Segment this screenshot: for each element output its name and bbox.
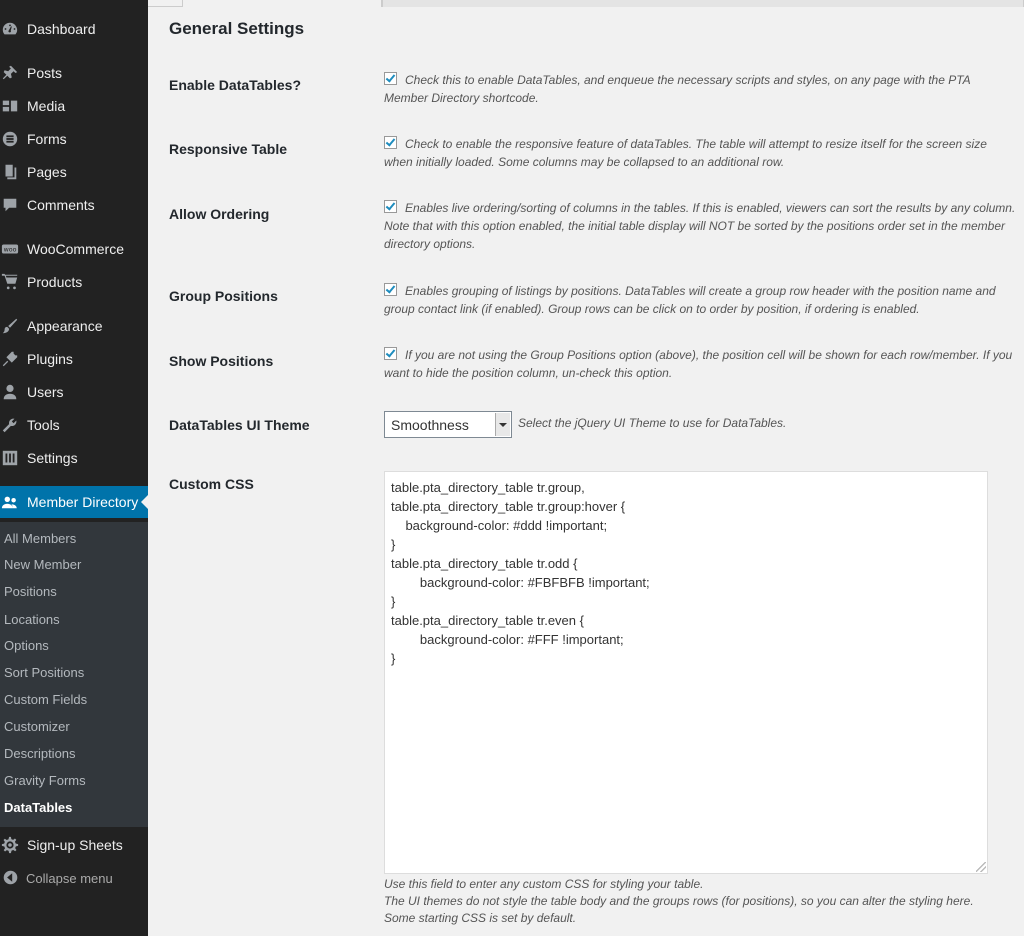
custom-css-help: Use this field to enter any custom CSS f…: [384, 876, 1014, 927]
group-positions-field: Enables grouping of listings by position…: [384, 282, 1016, 318]
sidebar-item-member-directory[interactable]: Member Directory: [0, 486, 149, 518]
member-directory-submenu: All Members New Member Positions Locatio…: [0, 522, 148, 827]
collapse-arrow-icon: [2, 869, 20, 887]
sidebar-item-dashboard[interactable]: Dashboard: [0, 13, 148, 45]
sidebar-item-forms[interactable]: Forms: [0, 123, 148, 155]
pin-icon: [0, 63, 20, 83]
svg-text:woo: woo: [4, 247, 17, 254]
sidebar-item-label: Pages: [27, 164, 67, 180]
responsive-table-checkbox[interactable]: [384, 136, 397, 149]
submenu-options[interactable]: Options: [4, 635, 49, 657]
custom-css-label: Custom CSS: [169, 476, 254, 492]
submenu-descriptions[interactable]: Descriptions: [4, 743, 76, 765]
show-positions-checkbox[interactable]: [384, 347, 397, 360]
sidebar-item-comments[interactable]: Comments: [0, 189, 148, 221]
sidebar-item-users[interactable]: Users: [0, 376, 148, 408]
tab-active[interactable]: [182, 0, 382, 7]
allow-ordering-label: Allow Ordering: [169, 206, 270, 222]
woocommerce-icon: woo: [0, 239, 20, 259]
ui-theme-description: Select the jQuery UI Theme to use for Da…: [518, 416, 787, 430]
sidebar-item-label: Posts: [27, 65, 63, 81]
member-directory-icon: [0, 492, 20, 512]
submenu-all-members[interactable]: All Members: [4, 528, 76, 550]
responsive-table-label: Responsive Table: [169, 141, 288, 157]
sidebar-item-label: Media: [27, 98, 66, 114]
brush-icon: [0, 316, 20, 336]
allow-ordering-description: Enables live ordering/sorting of columns…: [384, 201, 1016, 251]
textarea-resize-handle[interactable]: [976, 862, 986, 872]
custom-css-help-line: Use this field to enter any custom CSS f…: [384, 877, 704, 891]
enable-datatables-label: Enable DataTables?: [169, 77, 302, 93]
settings-tabs: [148, 0, 1024, 7]
sidebar-item-label: Products: [27, 274, 83, 290]
submenu-customizer[interactable]: Customizer: [4, 716, 70, 738]
sidebar-item-label: Users: [27, 384, 64, 400]
section-title: General Settings: [169, 19, 305, 38]
sidebar-item-label: Settings: [27, 450, 78, 466]
sidebar-item-label: Tools: [27, 417, 60, 433]
responsive-table-description: Check to enable the responsive feature o…: [384, 137, 987, 169]
collapse-menu-button[interactable]: Collapse menu: [0, 866, 148, 890]
enable-datatables-description: Check this to enable DataTables, and enq…: [384, 73, 971, 105]
sidebar-item-posts[interactable]: Posts: [0, 57, 148, 89]
submenu-positions[interactable]: Positions: [4, 581, 57, 603]
sidebar-item-label: Sign-up Sheets: [27, 837, 123, 853]
submenu-sort-positions[interactable]: Sort Positions: [4, 662, 84, 684]
enable-datatables-field: Check this to enable DataTables, and enq…: [384, 71, 1016, 107]
ui-theme-label: DataTables UI Theme: [169, 417, 310, 433]
cart-icon: [0, 272, 20, 292]
sidebar-item-label: Member Directory: [27, 494, 139, 510]
chevron-down-icon[interactable]: [495, 413, 510, 436]
comment-icon: [0, 195, 20, 215]
custom-css-textarea[interactable]: [384, 471, 988, 874]
sidebar-item-appearance[interactable]: Appearance: [0, 310, 148, 342]
admin-sidebar: Dashboard Posts Media Forms Pages Commen…: [0, 0, 149, 936]
plugin-icon: [0, 349, 20, 369]
forms-icon: [0, 129, 20, 149]
responsive-table-field: Check to enable the responsive feature o…: [384, 135, 1016, 171]
submenu-custom-fields[interactable]: Custom Fields: [4, 689, 87, 711]
allow-ordering-checkbox[interactable]: [384, 200, 397, 213]
sidebar-item-woocommerce[interactable]: woo WooCommerce: [0, 233, 148, 265]
submenu-gravity-forms[interactable]: Gravity Forms: [4, 770, 86, 792]
tab-other[interactable]: [382, 0, 1024, 7]
enable-datatables-checkbox[interactable]: [384, 72, 397, 85]
show-positions-description: If you are not using the Group Positions…: [384, 348, 1013, 380]
dashboard-icon: [0, 19, 20, 39]
submenu-datatables[interactable]: DataTables: [4, 797, 72, 819]
submenu-locations[interactable]: Locations: [4, 609, 60, 631]
sidebar-item-settings[interactable]: Settings: [0, 442, 148, 474]
sidebar-item-tools[interactable]: Tools: [0, 409, 148, 441]
wrench-icon: [0, 415, 20, 435]
sidebar-item-label: Dashboard: [27, 21, 96, 37]
custom-css-help-line: The UI themes do not style the table bod…: [384, 894, 974, 908]
sidebar-item-pages[interactable]: Pages: [0, 156, 148, 188]
submenu-new-member[interactable]: New Member: [4, 554, 81, 576]
sidebar-item-label: Comments: [27, 197, 95, 213]
group-positions-checkbox[interactable]: [384, 283, 397, 296]
group-positions-label: Group Positions: [169, 288, 278, 304]
sidebar-item-label: Appearance: [27, 318, 103, 334]
sidebar-item-products[interactable]: Products: [0, 266, 148, 298]
collapse-menu-label: Collapse menu: [26, 870, 113, 886]
allow-ordering-field: Enables live ordering/sorting of columns…: [384, 199, 1016, 253]
current-page-arrow: [141, 494, 149, 510]
show-positions-label: Show Positions: [169, 353, 274, 369]
sidebar-item-signup-sheets[interactable]: Sign-up Sheets: [0, 829, 148, 861]
ui-theme-selected-value: Smoothness: [391, 417, 469, 433]
sidebar-item-label: Forms: [27, 131, 67, 147]
gear-icon: [0, 835, 20, 855]
sidebar-item-plugins[interactable]: Plugins: [0, 343, 148, 375]
sidebar-item-label: WooCommerce: [27, 241, 124, 257]
custom-css-help-line: Some starting CSS is set by default.: [384, 911, 577, 925]
ui-theme-select[interactable]: Smoothness: [384, 411, 512, 438]
user-icon: [0, 382, 20, 402]
media-icon: [0, 96, 20, 116]
group-positions-description: Enables grouping of listings by position…: [384, 284, 996, 316]
settings-icon: [0, 448, 20, 468]
sidebar-item-label: Plugins: [27, 351, 73, 367]
sidebar-item-media[interactable]: Media: [0, 90, 148, 122]
show-positions-field: If you are not using the Group Positions…: [384, 346, 1016, 382]
pages-icon: [0, 162, 20, 182]
